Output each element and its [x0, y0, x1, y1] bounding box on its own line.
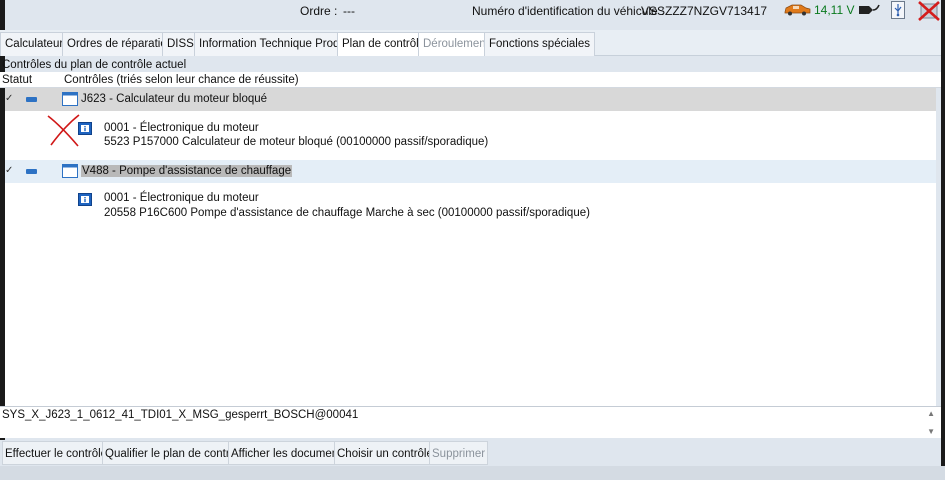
list-item[interactable]: ✓ J623 - Calculateur du moteur bloqué	[5, 88, 936, 111]
button-bar: Effectuer le contrôle... Qualifier le pl…	[0, 440, 941, 466]
fault-code-line: 5523 P157000 Calculateur de moteur bloqu…	[104, 136, 489, 148]
car-icon	[784, 4, 811, 16]
info-text: SYS_X_J623_1_0612_41_TDI01_X_MSG_gesperr…	[2, 409, 359, 421]
info-icon	[78, 193, 92, 206]
window-icon	[62, 164, 78, 178]
order-label: Ordre :	[300, 4, 338, 18]
window-icon	[62, 92, 78, 106]
column-header-statut[interactable]: Statut	[2, 74, 32, 86]
info-icon	[78, 122, 92, 135]
status-indicator	[26, 169, 37, 174]
header-bar: Ordre : --- Numéro d'identification du v…	[5, 0, 941, 22]
fault-code-line: 20558 P16C600 Pompe d'assistance de chau…	[104, 207, 590, 219]
close-icon[interactable]	[917, 0, 941, 22]
group-label: J623 - Calculateur du moteur bloqué	[81, 93, 268, 105]
status-indicator	[26, 97, 37, 102]
tab-bar: Calculateurs Ordres de réparation DISS I…	[0, 30, 941, 56]
column-header-controles[interactable]: Contrôles (triés selon leur chance de ré…	[64, 74, 299, 86]
tab-fonctions-speciales[interactable]: Fonctions spéciales	[484, 32, 595, 56]
info-text-area: SYS_X_J623_1_0612_41_TDI01_X_MSG_gesperr…	[0, 406, 941, 438]
status-check-icon: ✓	[5, 93, 14, 104]
tab-plan-de-controle[interactable]: Plan de contrôle	[337, 32, 431, 56]
scroll-up-icon[interactable]: ▲	[927, 409, 935, 418]
control-list: ✓ J623 - Calculateur du moteur bloqué 00…	[5, 88, 936, 406]
status-check-icon: ✓	[5, 165, 14, 176]
vin-label: Numéro d'identification du véhicule :	[472, 4, 665, 18]
right-border	[941, 0, 945, 480]
tab-information-technique-produit[interactable]: Information Technique Produit	[194, 32, 357, 56]
detail-title: 0001 - Électronique du moteur	[104, 122, 259, 134]
app-window: Ordre : --- Numéro d'identification du v…	[0, 0, 945, 480]
tab-ordres-de-reparation[interactable]: Ordres de réparation	[62, 32, 179, 56]
tab-deroulement[interactable]: Déroulement	[418, 32, 494, 56]
obd-connector-icon	[859, 4, 880, 14]
qualifier-plan-button[interactable]: Qualifier le plan de contrôle	[102, 441, 248, 465]
usb-icon	[891, 1, 905, 19]
section-title: Contrôles du plan de contrôle actuel	[2, 59, 187, 71]
scroll-down-icon[interactable]: ▼	[927, 427, 935, 436]
bottom-strip	[0, 466, 945, 480]
supprimer-button[interactable]: Supprimer	[429, 441, 489, 465]
vin-value: VSSZZZ7NZGV713417	[641, 4, 768, 18]
afficher-documents-button[interactable]: Afficher les documents	[228, 441, 351, 465]
detail-title: 0001 - Électronique du moteur	[104, 192, 259, 204]
column-header-row: Statut Contrôles (triés selon leur chanc…	[0, 72, 941, 88]
group-label: V488 - Pompe d'assistance de chauffage	[81, 165, 293, 177]
list-item[interactable]: ✓ V488 - Pompe d'assistance de chauffage	[5, 160, 936, 183]
order-value: ---	[343, 4, 355, 18]
voltage-readout: 14,11 V	[814, 3, 855, 17]
